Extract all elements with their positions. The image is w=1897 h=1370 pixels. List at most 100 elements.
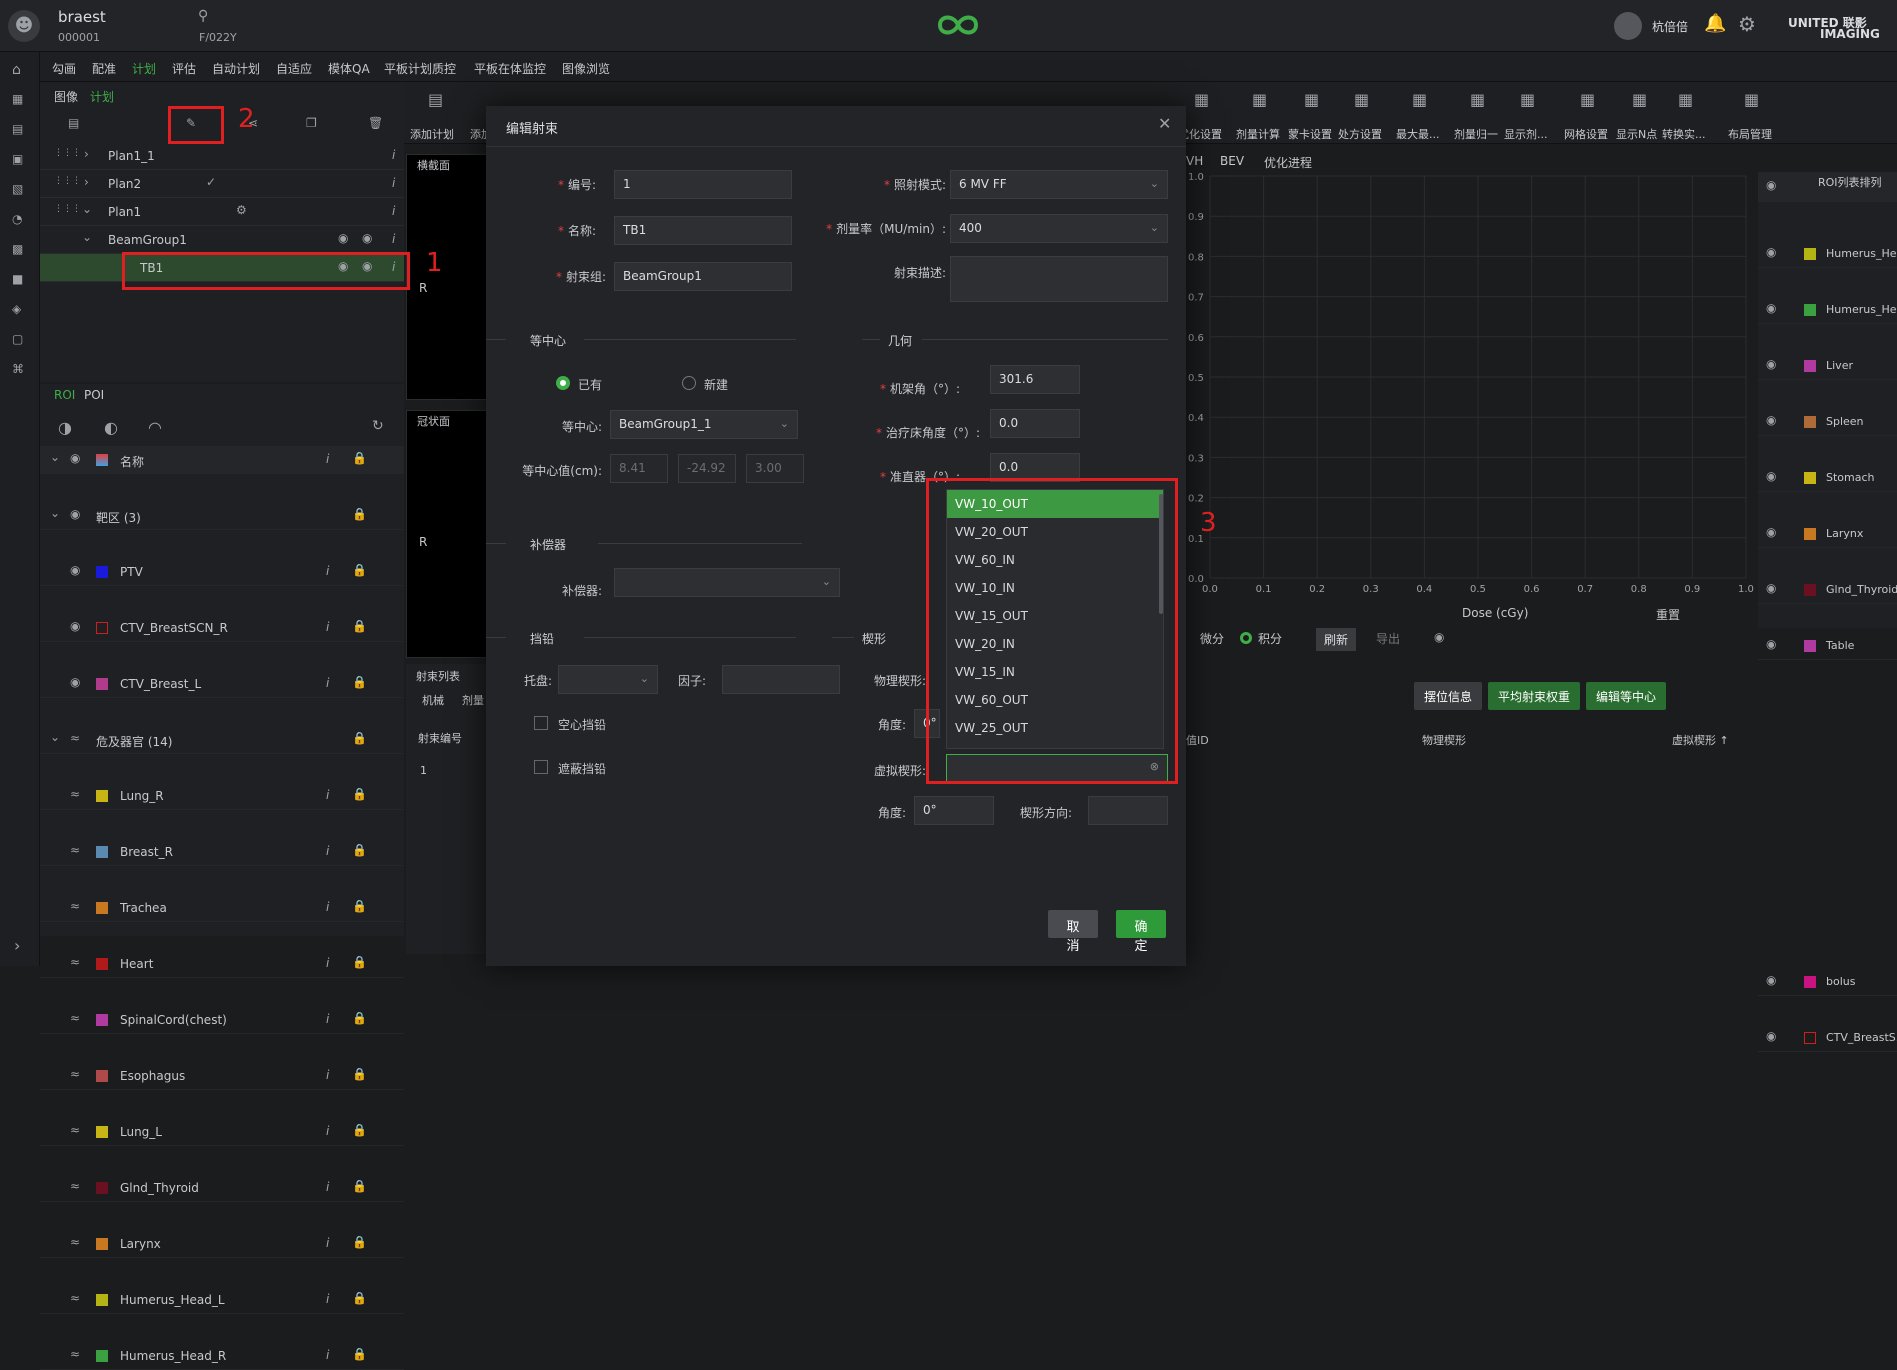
refresh-button[interactable]: 刷新 [1316,628,1357,651]
menu-phantom-qa[interactable]: 模体QA [328,60,370,77]
eye-closed-icon[interactable]: ≈ [70,899,80,913]
chevron-down-icon[interactable]: ⌄ [50,450,60,464]
menu-invivo[interactable]: 平板在体监控 [474,60,546,77]
gantry-input[interactable]: 301.6 [990,365,1080,394]
chevron-right-icon[interactable]: › [84,175,89,189]
bev-tab[interactable]: BEV [1220,154,1244,168]
ok-button[interactable]: 确 定 [1116,910,1166,954]
eye-closed-icon[interactable]: ≈ [70,1179,80,1193]
lock-icon[interactable]: 🔒 [352,787,367,801]
tray-select[interactable]: ⌄ [558,665,658,694]
color-swatch[interactable] [1804,472,1816,484]
right-roi-row[interactable]: ◉ Liver [1758,352,1897,380]
color-swatch[interactable] [96,1238,108,1250]
eye-closed-icon[interactable]: ≈ [70,843,80,857]
roi-row[interactable]: ≈ SpinalCord(chest) i 🔒 [40,1006,404,1034]
roi-row[interactable]: ≈ Esophagus i 🔒 [40,1062,404,1090]
menu-evaluate[interactable]: 评估 [172,60,196,77]
factor-input[interactable] [722,665,840,694]
eye-icon[interactable]: ◉ [1766,357,1776,371]
right-roi-row[interactable]: ◉ Glnd_Thyroid [1758,576,1897,604]
diff-radio[interactable]: 微分 [1200,630,1224,647]
color-swatch[interactable] [1804,584,1816,596]
eye-icon[interactable]: ◉ [70,507,80,521]
eye-icon[interactable]: ◉ [1766,1029,1776,1043]
color-swatch[interactable] [1804,360,1816,372]
search-doc-icon[interactable]: ▢ [12,332,23,346]
tool-icon[interactable]: ▦ [1678,90,1693,109]
color-swatch[interactable] [1804,528,1816,540]
right-roi-row[interactable]: ◉ Humerus_He... [1758,240,1897,268]
lock-icon[interactable]: 🔒 [352,619,367,633]
edit-iso-button[interactable]: 编辑等中心 [1586,682,1667,710]
color-swatch[interactable] [96,1014,108,1026]
color-swatch[interactable] [1804,976,1816,988]
beam-tab-dose[interactable]: 剂量 [462,692,484,708]
tool-icon[interactable]: ▦ [1744,90,1759,109]
color-swatch[interactable] [96,846,108,858]
color-swatch[interactable] [96,1182,108,1194]
tree-row-beamgroup1[interactable]: ⌄ BeamGroup1 ◉ ◉ i [40,226,404,254]
eye-closed-icon[interactable]: ≈ [70,1235,80,1249]
lock-icon[interactable]: 🔒 [352,675,367,689]
hollow-checkbox[interactable] [534,716,548,730]
drag-handle-icon[interactable]: ⋮⋮⋮ [54,176,81,186]
color-swatch[interactable] [96,958,108,970]
roi-tool-icon[interactable]: ◑ [58,418,72,437]
trash-icon[interactable]: 🗑 [368,116,383,130]
toolbar-label[interactable]: 网格设置 [1564,126,1608,142]
color-swatch[interactable] [1804,1032,1816,1044]
toolbar-label[interactable]: 处方设置 [1338,126,1382,142]
lock-icon[interactable]: 🔒 [352,899,367,913]
new-radio-label[interactable]: 新建 [704,376,728,393]
opt-progress-tab[interactable]: 优化进程 [1264,154,1312,171]
viewport-transverse[interactable]: 横截面 R [406,154,492,400]
roi-row[interactable]: ◉ CTV_Breast_L i 🔒 [40,670,404,698]
shield-checkbox[interactable] [534,760,548,774]
roi-tool-icon[interactable]: ◠ [148,418,162,437]
roi-tool-icon[interactable]: ◐ [104,418,118,437]
eye-icon[interactable]: ◉ [1766,178,1776,192]
num-input[interactable]: 1 [614,170,792,199]
color-swatch[interactable] [96,566,108,578]
palette-icon[interactable]: ◉ [338,231,348,245]
info-icon[interactable]: i [326,1292,329,1306]
right-roi-row[interactable]: ◉ Humerus_He... [1758,296,1897,324]
color-swatch[interactable] [96,790,108,802]
roi-row[interactable]: ◉ CTV_BreastSCN_R i 🔒 [40,614,404,642]
gear-icon[interactable]: ⚙ [1738,12,1756,36]
clipboard-icon[interactable]: ▤ [12,122,23,136]
info-icon[interactable]: i [326,1348,329,1362]
color-swatch[interactable] [1804,304,1816,316]
eye-icon[interactable]: ◉ [70,451,80,465]
info-icon[interactable]: i [326,620,329,634]
expand-icon[interactable]: › [14,936,20,955]
roi-row[interactable]: ≈ Glnd_Thyroid i 🔒 [40,1174,404,1202]
info-icon[interactable]: i [392,148,395,162]
subtab-plan[interactable]: 计划 [90,88,114,105]
eye-icon[interactable]: ◉ [1434,630,1444,644]
eye-icon[interactable]: ◉ [1766,469,1776,483]
group-input[interactable]: BeamGroup1 [614,262,792,291]
close-icon[interactable]: ✕ [1158,114,1171,133]
shield-icon[interactable]: ◈ [12,302,21,316]
eye-icon[interactable]: ◉ [1766,245,1776,259]
info-icon[interactable]: i [326,1012,329,1026]
color-swatch[interactable] [96,1126,108,1138]
tree-row-plan1-1[interactable]: ⋮⋮⋮ › Plan1_1 i [40,142,404,170]
color-swatch[interactable] [96,678,108,690]
toolbar-label[interactable]: 剂量计算 [1236,126,1280,142]
eye-closed-icon[interactable]: ≈ [70,1347,80,1361]
couch-input[interactable]: 0.0 [990,409,1080,438]
chevron-right-icon[interactable]: › [84,147,89,161]
eye-icon[interactable]: ◉ [1766,301,1776,315]
eye-closed-icon[interactable]: ≈ [70,955,80,969]
add-plan-icon[interactable]: ▤ [68,116,79,130]
eye-closed-icon[interactable]: ≈ [70,1123,80,1137]
user-avatar[interactable] [1614,12,1642,40]
tool-icon[interactable]: ▦ [1580,90,1595,109]
eye-icon[interactable]: ◉ [70,563,80,577]
color-swatch[interactable] [96,1350,108,1362]
menu-plan[interactable]: 计划 [132,60,156,77]
eye-icon[interactable]: ◉ [1766,973,1776,987]
